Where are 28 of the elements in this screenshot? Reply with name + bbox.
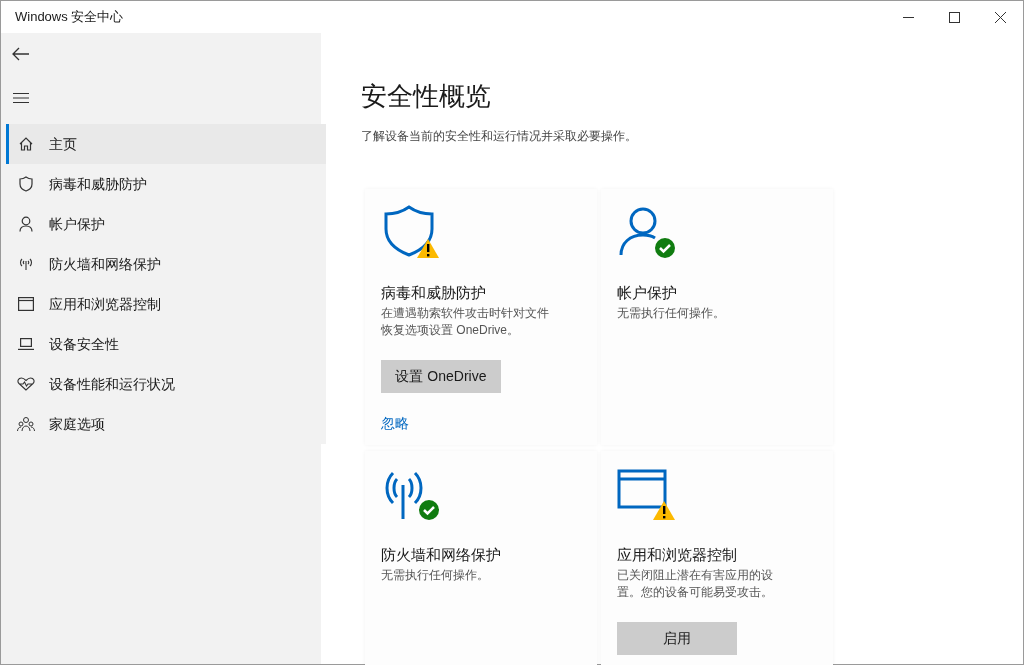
card-description: 无需执行任何操作。 — [617, 305, 726, 322]
window-icon — [18, 297, 34, 311]
card-description: 在遭遇勒索软件攻击时针对文件恢复选项设置 OneDrive。 — [381, 305, 550, 339]
card-description: 无需执行任何操作。 — [381, 567, 490, 584]
card-title: 病毒和威胁防护 — [381, 283, 487, 303]
heart-pulse-icon — [17, 377, 35, 391]
window-title: Windows 安全中心 — [15, 8, 124, 27]
page-subtitle: 了解设备当前的安全性和运行情况并采取必要操作。 — [361, 128, 638, 145]
sidebar-item[interactable]: 主页 — [6, 124, 326, 164]
shield-icon — [19, 176, 33, 192]
menu-icon — [13, 93, 29, 103]
family-icon — [17, 416, 35, 432]
card-title: 帐户保护 — [617, 283, 678, 303]
page-title: 安全性概览 — [361, 83, 492, 109]
person-icon — [19, 216, 33, 232]
action-button[interactable]: 启用 — [617, 622, 737, 655]
back-arrow-icon — [12, 47, 30, 61]
card-description: 已关闭阻止潜在有害应用的设置。您的设备可能易受攻击。 — [617, 567, 774, 601]
close-icon — [994, 11, 1006, 23]
card-title: 应用和浏览器控制 — [617, 545, 738, 565]
action-button[interactable]: 设置 OneDrive — [381, 360, 501, 393]
home-icon — [18, 136, 34, 152]
laptop-icon — [18, 338, 34, 350]
antenna-icon — [18, 257, 34, 271]
minimize-icon — [902, 16, 914, 18]
card-title: 防火墙和网络保护 — [381, 545, 502, 565]
maximize-icon — [948, 11, 960, 23]
dismiss-link[interactable]: 忽略 — [381, 413, 409, 434]
